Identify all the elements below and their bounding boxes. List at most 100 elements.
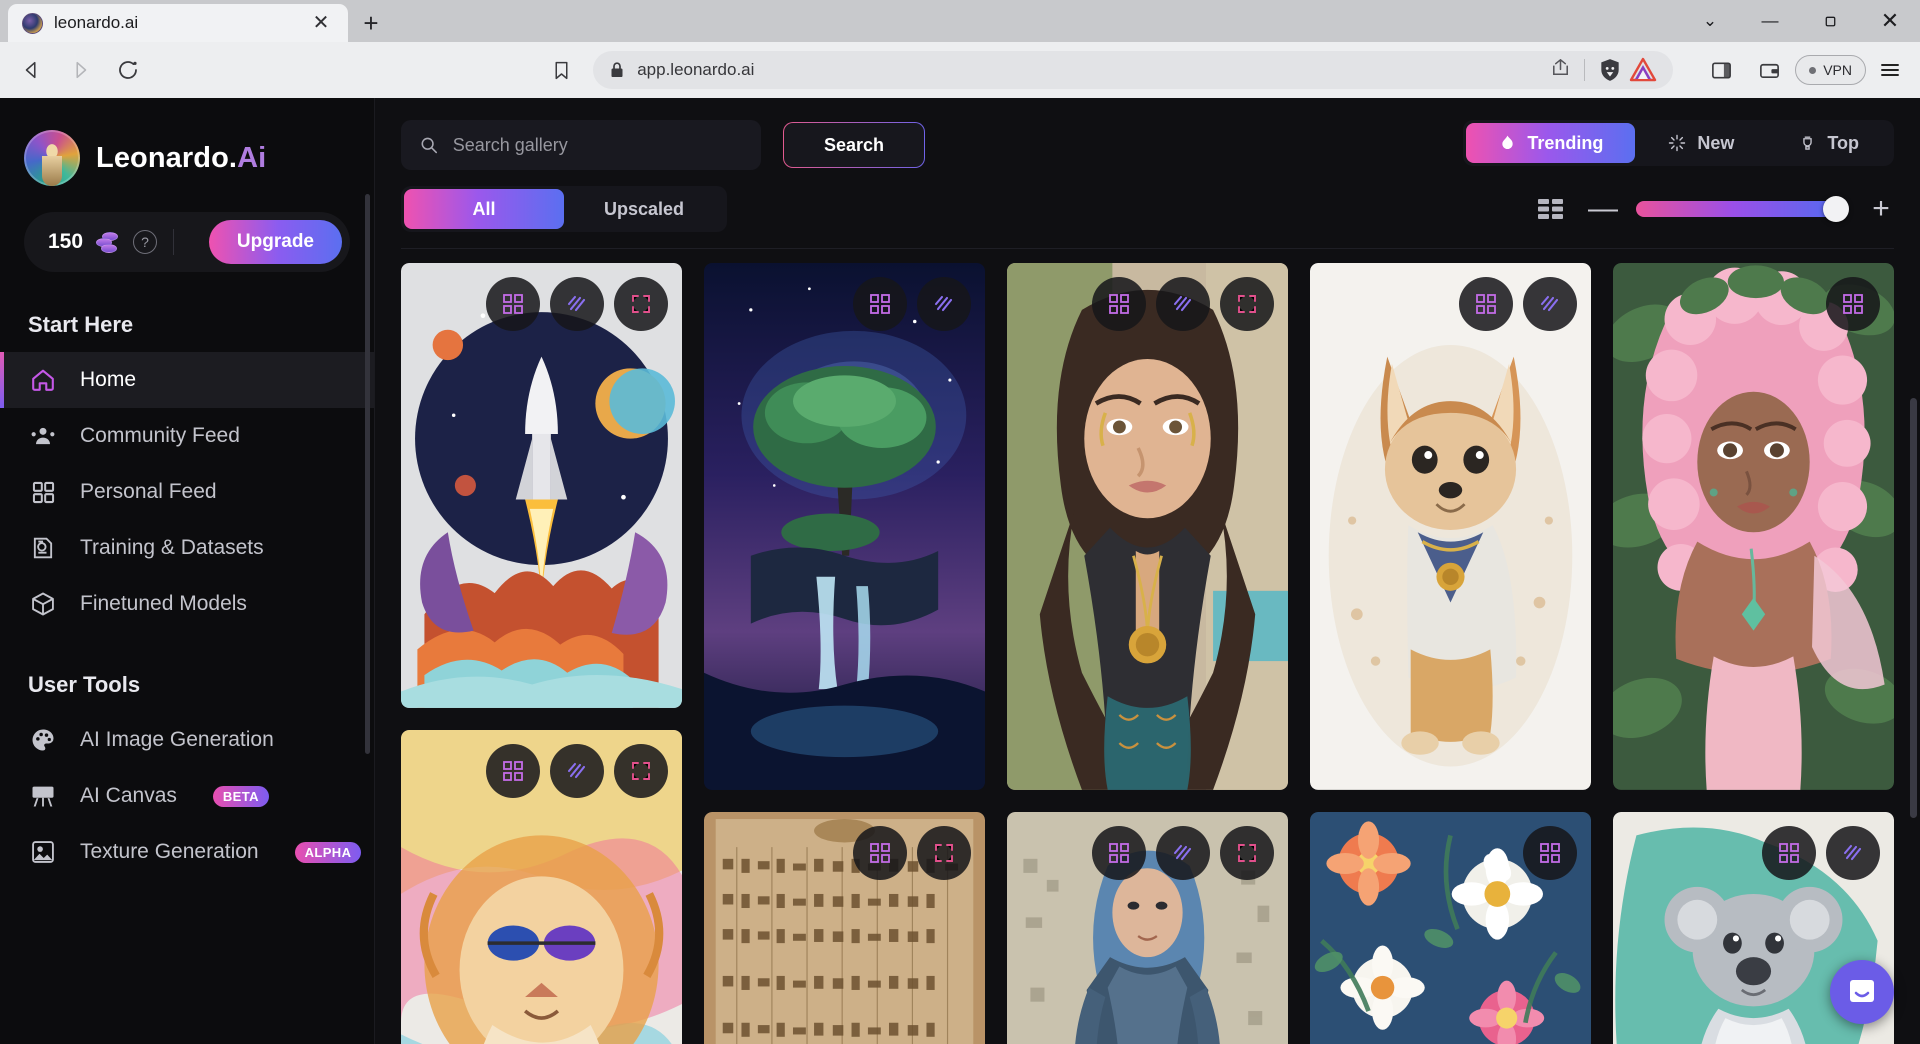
variations-icon[interactable] [550, 277, 604, 331]
upscale-icon[interactable] [486, 277, 540, 331]
upscale-icon[interactable] [1523, 825, 1577, 880]
sidebar-item-ai-image-generation[interactable]: AI Image Generation [0, 712, 374, 768]
tab-upscaled[interactable]: Upscaled [564, 189, 724, 229]
credits-amount: 150 [48, 230, 84, 253]
upscale-icon[interactable] [1092, 825, 1146, 880]
close-window-button[interactable]: ✕ [1860, 0, 1920, 42]
sidebar-item-texture-generation[interactable]: Texture Generation ALPHA [0, 824, 374, 880]
fullscreen-icon[interactable] [614, 277, 668, 331]
upscale-icon[interactable] [1762, 825, 1816, 880]
sidebar-item-training-datasets[interactable]: Training & Datasets [0, 520, 374, 576]
gallery-card[interactable] [401, 729, 682, 1044]
variations-icon[interactable] [1523, 277, 1577, 331]
gallery-card[interactable] [704, 263, 985, 790]
training-chip-icon [28, 533, 58, 563]
sidebar: Leonardo.Ai 150 ? Upgrade Start Here Hom… [0, 98, 374, 1044]
gallery-card[interactable] [1007, 263, 1288, 790]
reload-button[interactable] [106, 48, 150, 92]
brand-name-main: Leonardo. [96, 141, 238, 174]
tab-search-chevron-icon[interactable]: ⌄ [1680, 0, 1740, 42]
card-action-buttons [1826, 277, 1880, 331]
upscale-icon[interactable] [1826, 277, 1880, 331]
address-bar[interactable]: app.leonardo.ai [593, 51, 1674, 89]
browser-tab[interactable]: leonardo.ai ✕ [8, 4, 348, 42]
main-content: Search Trending New Top [374, 98, 1920, 1044]
wallet-icon[interactable] [1747, 48, 1791, 92]
leonardo-logo-icon [24, 130, 80, 186]
upscale-icon[interactable] [486, 743, 540, 798]
grid-view-icon[interactable] [1536, 196, 1566, 222]
sidebar-item-community-feed[interactable]: Community Feed [0, 408, 374, 464]
zoom-in-button[interactable]: + [1868, 194, 1894, 224]
sidebar-item-ai-canvas[interactable]: AI Canvas BETA [0, 768, 374, 824]
intercom-chat-icon[interactable] [1830, 960, 1894, 1024]
brave-rewards-icon[interactable] [1629, 57, 1657, 83]
tab-new[interactable]: New [1635, 123, 1766, 163]
variations-icon[interactable] [1156, 277, 1210, 331]
vpn-button[interactable]: VPN [1795, 55, 1866, 85]
variations-icon[interactable] [1826, 825, 1880, 880]
variations-icon[interactable] [917, 277, 971, 331]
sidepanel-icon[interactable] [1699, 48, 1743, 92]
gallery-card[interactable] [1007, 811, 1288, 1044]
upscale-icon[interactable] [1092, 277, 1146, 331]
gallery-card[interactable] [401, 263, 682, 708]
tab-top[interactable]: Top [1766, 123, 1891, 163]
maximize-button[interactable] [1800, 0, 1860, 42]
sidebar-item-label: Personal Feed [80, 480, 217, 503]
brand-name: Leonardo.Ai [96, 142, 266, 175]
upscale-icon[interactable] [1459, 277, 1513, 331]
tab-all[interactable]: All [404, 189, 564, 229]
fullscreen-icon[interactable] [1220, 277, 1274, 331]
variations-icon[interactable] [1156, 825, 1210, 880]
sidebar-item-finetuned-models[interactable]: Finetuned Models [0, 576, 374, 632]
gallery-card[interactable] [704, 811, 985, 1044]
tab-trending[interactable]: Trending [1466, 123, 1636, 163]
minimize-button[interactable]: — [1740, 0, 1800, 42]
share-icon[interactable] [1549, 56, 1572, 84]
search-input[interactable] [452, 134, 743, 156]
fullscreen-icon[interactable] [614, 743, 668, 798]
forward-button[interactable] [58, 48, 102, 92]
credits-divider [173, 229, 175, 255]
zoom-slider[interactable] [1636, 196, 1849, 222]
card-action-buttons [486, 743, 668, 798]
upgrade-button[interactable]: Upgrade [208, 220, 342, 264]
gallery-card[interactable] [1613, 263, 1894, 790]
flame-icon [1502, 135, 1513, 149]
close-tab-icon[interactable]: ✕ [308, 10, 334, 36]
portrait-woman-gold-necklace [1007, 263, 1288, 790]
sidebar-section-user-tools: User Tools [28, 672, 141, 697]
card-action-buttons [486, 277, 668, 331]
zoom-out-button[interactable]: — [1588, 194, 1618, 224]
bookmark-button[interactable] [539, 48, 583, 92]
back-button[interactable] [10, 48, 54, 92]
card-action-buttons [1092, 825, 1274, 880]
url-text: app.leonardo.ai [637, 60, 755, 79]
sidebar-item-home[interactable]: Home [0, 352, 374, 408]
gallery-card[interactable] [1310, 811, 1591, 1044]
cube-icon [28, 589, 58, 619]
browser-actions: VPN [1699, 48, 1910, 92]
search-button[interactable]: Search [783, 122, 925, 168]
search-field-wrapper[interactable] [401, 120, 761, 170]
hamburger-menu-icon[interactable] [1870, 50, 1910, 90]
new-tab-button[interactable]: + [348, 4, 394, 42]
sidebar-item-personal-feed[interactable]: Personal Feed [0, 464, 374, 520]
zoom-slider-knob[interactable] [1823, 196, 1849, 222]
fullscreen-icon[interactable] [917, 825, 971, 880]
texture-cube-icon [28, 837, 58, 867]
variations-icon[interactable] [550, 743, 604, 798]
app-brand[interactable]: Leonardo.Ai [0, 120, 374, 186]
sidebar-item-label: Texture Generation [80, 840, 259, 863]
sidebar-badge-alpha: ALPHA [294, 841, 362, 863]
help-circle-icon[interactable]: ? [133, 230, 158, 254]
upscale-icon[interactable] [853, 825, 907, 880]
upscale-icon[interactable] [853, 277, 907, 331]
brave-shields-icon[interactable] [1597, 57, 1623, 83]
gallery-scrollbar[interactable] [1910, 398, 1917, 818]
gallery-card[interactable] [1310, 263, 1591, 790]
sidebar-scrollbar[interactable] [365, 194, 370, 754]
sidebar-item-label: Training & Datasets [80, 536, 264, 559]
fullscreen-icon[interactable] [1220, 825, 1274, 880]
